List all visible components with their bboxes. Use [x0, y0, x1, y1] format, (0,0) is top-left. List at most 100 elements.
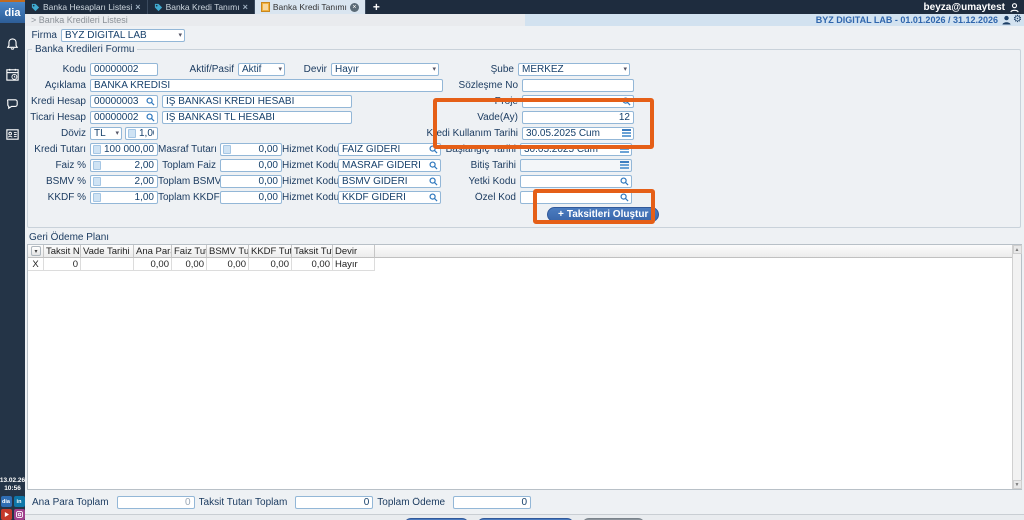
kredi-kullanim-tarihi-input[interactable] [525, 128, 620, 139]
search-icon[interactable] [429, 193, 438, 202]
faiz-tutari-cell[interactable]: 0,00 [172, 258, 207, 271]
column-header-devir[interactable]: Devir [333, 245, 375, 258]
ozel-kod-field[interactable] [520, 191, 632, 204]
youtube-icon[interactable] [1, 509, 12, 520]
ana-para-cell[interactable]: 0,00 [134, 258, 172, 271]
kkdf-field[interactable] [90, 191, 158, 204]
faiz-field[interactable] [90, 159, 158, 172]
dia-social-icon[interactable]: dia [1, 496, 12, 507]
calendar-icon[interactable] [620, 161, 629, 169]
sozlesme-no-input[interactable] [522, 79, 634, 92]
calculator-icon[interactable] [93, 161, 101, 170]
column-header-taksit-no[interactable]: Taksit No [44, 245, 81, 258]
proje-input[interactable] [525, 96, 620, 107]
hizmet-kodu-kkdf-field[interactable] [338, 191, 441, 204]
taksit-tutari-cell[interactable]: 0,00 [292, 258, 333, 271]
hizmet-kodu-faiz-field[interactable] [338, 143, 441, 156]
faiz-input[interactable] [103, 160, 155, 171]
search-icon[interactable] [622, 97, 631, 106]
kredi-tutari-input[interactable] [103, 144, 155, 155]
instagram-icon[interactable] [14, 509, 25, 520]
ozel-kod-input[interactable] [523, 192, 618, 203]
bitis-tarihi-input[interactable] [523, 160, 618, 171]
masraf-tutari-input[interactable] [233, 144, 279, 155]
hizmet-kodu-masraf-field[interactable] [338, 159, 441, 172]
hizmet-kodu-bsmv-field[interactable] [338, 175, 441, 188]
column-header-bsmv-tutari[interactable]: BSMV Tuta [207, 245, 249, 258]
bsmv-field[interactable] [90, 175, 158, 188]
calendar-icon[interactable] [622, 129, 631, 137]
kredi-kullanim-tarihi-field[interactable] [522, 127, 634, 140]
taksit-tutari-toplam-input[interactable] [295, 496, 373, 509]
column-filter-dropdown-icon[interactable]: ▾ [31, 246, 41, 256]
toplam-bsmv-input[interactable] [223, 176, 279, 187]
search-icon[interactable] [620, 193, 629, 202]
toplam-faiz-input[interactable] [223, 160, 279, 171]
dia-logo[interactable]: dia [0, 0, 25, 23]
table-row[interactable]: X 0 0,00 0,00 0,00 0,00 0,00 Hayır [28, 258, 1021, 271]
sube-select[interactable]: MERKEZ ▾ [518, 63, 630, 76]
notifications-bell-icon[interactable] [4, 36, 21, 53]
chat-icon[interactable] [4, 96, 21, 113]
devir-cell[interactable]: Hayır [333, 258, 375, 271]
kredi-hesap-name-input[interactable] [162, 95, 352, 108]
bsmv-tutari-cell[interactable]: 0,00 [207, 258, 249, 271]
calendar-clock-icon[interactable] [4, 66, 21, 83]
masraf-tutari-field[interactable] [220, 143, 282, 156]
hizmet-kodu-masraf-input[interactable] [341, 160, 427, 171]
search-icon[interactable] [429, 177, 438, 186]
aktif-pasif-select[interactable]: Aktif ▾ [238, 63, 285, 76]
vade-tarihi-cell[interactable] [81, 258, 134, 271]
search-icon[interactable] [620, 177, 629, 186]
tab-banka-kredi-tanimi-2-active[interactable]: Banka Kredi Tanımı × [255, 0, 366, 14]
aciklama-input[interactable] [90, 79, 443, 92]
settings-gear-icon[interactable]: ⚙ [1013, 15, 1022, 25]
column-header-vade-tarihi[interactable]: Vade Tarihi [81, 245, 134, 258]
yetki-kodu-field[interactable] [520, 175, 632, 188]
tab-banka-kredi-tanimi-1[interactable]: Banka Kredi Tanımı × [148, 0, 255, 14]
hizmet-kodu-kkdf-input[interactable] [341, 192, 427, 203]
taksitleri-olustur-button[interactable]: + Taksitleri Oluştur [547, 207, 659, 222]
scroll-down-icon[interactable]: ▼ [1013, 480, 1022, 489]
user-menu[interactable]: beyza@umaytest [924, 0, 1024, 14]
tab-banka-hesaplari-listesi[interactable]: Banka Hesapları Listesi × [25, 0, 148, 14]
tab-close-icon[interactable]: × [350, 3, 359, 12]
new-tab-button[interactable]: + [366, 0, 387, 14]
kodu-input[interactable] [90, 63, 158, 76]
search-icon[interactable] [146, 113, 155, 122]
bitis-tarihi-field[interactable] [520, 159, 632, 172]
doviz-rate-input[interactable] [138, 128, 155, 139]
hizmet-kodu-faiz-input[interactable] [341, 144, 427, 155]
calculator-icon[interactable] [93, 193, 101, 202]
search-icon[interactable] [146, 97, 155, 106]
profile-icon[interactable] [1001, 15, 1012, 25]
taksit-no-cell[interactable]: 0 [44, 258, 81, 271]
baslangic-tarihi-field[interactable] [520, 143, 632, 156]
doviz-rate-field[interactable] [125, 127, 158, 140]
contact-card-icon[interactable] [4, 126, 21, 143]
kredi-tutari-field[interactable] [90, 143, 158, 156]
column-header-kkdf-tutari[interactable]: KKDF Tutar [249, 245, 292, 258]
calculator-icon[interactable] [93, 177, 101, 186]
column-header-ana-para[interactable]: Ana Para [134, 245, 172, 258]
ticari-hesap-name-input[interactable] [162, 111, 352, 124]
ana-para-toplam-input[interactable] [117, 496, 195, 509]
search-icon[interactable] [429, 161, 438, 170]
baslangic-tarihi-input[interactable] [523, 144, 618, 155]
toplam-kkdf-input[interactable] [223, 192, 279, 203]
vade-ay-input[interactable] [522, 111, 634, 124]
ticari-hesap-code-field[interactable] [90, 111, 158, 124]
column-header-taksit-tutari[interactable]: Taksit Tuta [292, 245, 333, 258]
linkedin-icon[interactable]: in [14, 496, 25, 507]
kredi-hesap-code-field[interactable] [90, 95, 158, 108]
proje-field[interactable] [522, 95, 634, 108]
column-header-faiz-tutari[interactable]: Faiz Tutar [172, 245, 207, 258]
tab-close-icon[interactable]: × [243, 2, 248, 12]
firma-select[interactable]: BYZ DIGITAL LAB ▾ [61, 29, 185, 42]
toplam-bsmv-field[interactable] [220, 175, 282, 188]
doviz-select[interactable]: TL ▾ [90, 127, 122, 140]
bsmv-input[interactable] [103, 176, 155, 187]
kkdf-input[interactable] [103, 192, 155, 203]
vertical-scrollbar[interactable]: ▲ ▼ [1012, 245, 1021, 489]
toplam-faiz-field[interactable] [220, 159, 282, 172]
